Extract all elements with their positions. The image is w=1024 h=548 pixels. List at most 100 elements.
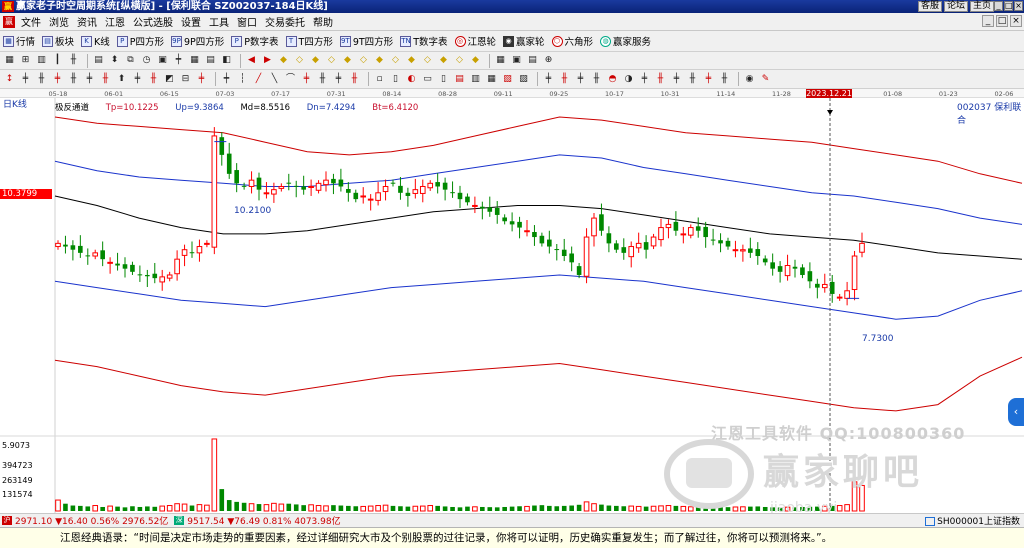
t-square-button[interactable]: T T四方形 — [285, 32, 333, 50]
menu-gann[interactable]: 江恩 — [103, 14, 131, 29]
period-tool-icon[interactable]: ◇ — [389, 54, 402, 67]
drawing-tool-icon[interactable]: ◩ — [163, 73, 176, 86]
period-tool-icon[interactable]: ◆ — [469, 54, 482, 67]
maximize-button[interactable]: □ — [1004, 1, 1013, 11]
period-tool-icon[interactable]: ⧉ — [124, 54, 137, 67]
drawing-tool-icon[interactable]: ▥ — [469, 73, 482, 86]
drawing-tool-icon[interactable]: ◑ — [622, 73, 635, 86]
drawing-tool-icon[interactable]: ╫ — [718, 73, 731, 86]
drawing-tool-icon[interactable]: ╪ — [332, 73, 345, 86]
drawing-tool-icon[interactable]: ╫ — [35, 73, 48, 86]
menu-window[interactable]: 窗口 — [235, 14, 263, 29]
drawing-tool-icon[interactable]: ╪ — [195, 73, 208, 86]
drawing-tool-icon[interactable]: ╫ — [147, 73, 160, 86]
winner-wheel-button[interactable]: ◉ 赢家轮 — [503, 32, 545, 50]
period-tool-icon[interactable]: ▣ — [510, 54, 523, 67]
period-tool-icon[interactable]: ◆ — [277, 54, 290, 67]
9p-square-button[interactable]: 9P 9P四方形 — [171, 32, 224, 50]
drawing-tool-icon[interactable]: ┆ — [236, 73, 249, 86]
drawing-tool-icon[interactable]: ╪ — [131, 73, 144, 86]
period-tool-icon[interactable]: ◆ — [405, 54, 418, 67]
minimize-button[interactable]: _ — [994, 1, 1003, 11]
period-tool-icon[interactable]: ▣ — [156, 54, 169, 67]
drawing-tool-icon[interactable]: ▧ — [501, 73, 514, 86]
drawing-tool-icon[interactable]: ╪ — [574, 73, 587, 86]
drawing-tool-icon[interactable]: ╪ — [542, 73, 555, 86]
drawing-tool-icon[interactable]: ╱ — [252, 73, 265, 86]
drawing-tool-icon[interactable]: ╫ — [99, 73, 112, 86]
drawing-tool-icon[interactable]: ╪ — [51, 73, 64, 86]
period-tool-icon[interactable]: ▤ — [92, 54, 105, 67]
home-link[interactable]: 主页 — [969, 1, 994, 12]
period-tool-icon[interactable]: ◇ — [421, 54, 434, 67]
drawing-tool-icon[interactable]: ╫ — [558, 73, 571, 86]
drawing-tool-icon[interactable]: ╫ — [316, 73, 329, 86]
period-tool-icon[interactable]: ⊕ — [542, 54, 555, 67]
drawing-tool-icon[interactable]: ↕ — [3, 73, 16, 86]
drawing-tool-icon[interactable]: ⊟ — [179, 73, 192, 86]
period-tool-icon[interactable]: ◆ — [373, 54, 386, 67]
drawing-tool-icon[interactable]: ┿ — [220, 73, 233, 86]
period-tool-icon[interactable]: ◀ — [245, 54, 258, 67]
period-tool-icon[interactable]: ⬍ — [108, 54, 121, 67]
period-tool-icon[interactable]: ╫ — [67, 54, 80, 67]
menu-file[interactable]: 文件 — [19, 14, 47, 29]
period-tool-icon[interactable]: ┃ — [51, 54, 64, 67]
drawing-tool-icon[interactable]: ▯ — [389, 73, 402, 86]
period-tool-icon[interactable]: ▤ — [204, 54, 217, 67]
period-tool-icon[interactable]: ◇ — [357, 54, 370, 67]
kline-button[interactable]: K K线 — [81, 32, 110, 50]
drawing-tool-icon[interactable]: ▯ — [437, 73, 450, 86]
drawing-tool-icon[interactable]: ▨ — [517, 73, 530, 86]
drawing-tool-icon[interactable]: ╪ — [670, 73, 683, 86]
period-tool-icon[interactable]: ▦ — [188, 54, 201, 67]
period-tool-icon[interactable]: ▦ — [494, 54, 507, 67]
drawing-tool-icon[interactable]: ╫ — [348, 73, 361, 86]
period-tool-icon[interactable]: ⊞ — [19, 54, 32, 67]
drawing-tool-icon[interactable]: ╪ — [83, 73, 96, 86]
forum-link[interactable]: 论坛 — [943, 1, 968, 12]
drawing-tool-icon[interactable]: ╫ — [654, 73, 667, 86]
p-square-button[interactable]: P P四方形 — [116, 32, 164, 50]
drawing-tool-icon[interactable]: ⌒ — [284, 73, 297, 86]
drawing-tool-icon[interactable]: ✎ — [759, 73, 772, 86]
mdi-minimize-button[interactable]: _ — [982, 15, 994, 27]
period-tool-icon[interactable]: ◇ — [453, 54, 466, 67]
drawing-tool-icon[interactable]: ▤ — [453, 73, 466, 86]
drawing-tool-icon[interactable]: ╫ — [686, 73, 699, 86]
drawing-tool-icon[interactable]: ⬆ — [115, 73, 128, 86]
menu-tools[interactable]: 工具 — [207, 14, 235, 29]
mdi-close-button[interactable]: × — [1010, 15, 1022, 27]
close-button[interactable]: × — [1014, 1, 1023, 11]
period-tool-icon[interactable]: ┿ — [172, 54, 185, 67]
period-tool-icon[interactable]: ◆ — [309, 54, 322, 67]
period-tool-icon[interactable]: ◇ — [293, 54, 306, 67]
menu-news[interactable]: 资讯 — [75, 14, 103, 29]
drawing-tool-icon[interactable]: ╫ — [590, 73, 603, 86]
drawing-tool-icon[interactable]: ◉ — [743, 73, 756, 86]
gann-wheel-button[interactable]: ◎ 江恩轮 — [454, 32, 496, 50]
drawing-tool-icon[interactable]: ╪ — [638, 73, 651, 86]
service-link[interactable]: 客服 — [917, 1, 942, 12]
drawing-tool-icon[interactable]: ▦ — [485, 73, 498, 86]
quote-button[interactable]: ▦ 行情 — [3, 32, 35, 50]
period-tool-icon[interactable]: ▶ — [261, 54, 274, 67]
drawing-tool-icon[interactable]: ╪ — [19, 73, 32, 86]
drawing-tool-icon[interactable]: ▫ — [373, 73, 386, 86]
period-tool-icon[interactable]: ◇ — [325, 54, 338, 67]
index-selector[interactable]: SH000001上证指数 — [925, 514, 1020, 527]
period-tool-icon[interactable]: ▦ — [3, 54, 16, 67]
menu-browse[interactable]: 浏览 — [47, 14, 75, 29]
side-expand-button[interactable]: ‹ — [1008, 398, 1024, 426]
winner-service-button[interactable]: ◍ 赢家服务 — [600, 32, 651, 50]
drawing-tool-icon[interactable]: ╫ — [67, 73, 80, 86]
p-number-table-button[interactable]: P P数字表 — [231, 32, 279, 50]
mdi-restore-button[interactable]: □ — [996, 15, 1008, 27]
period-tool-icon[interactable]: ▥ — [35, 54, 48, 67]
hexagon-button[interactable]: ⬡ 六角形 — [551, 32, 593, 50]
drawing-tool-icon[interactable]: ◐ — [405, 73, 418, 86]
period-tool-icon[interactable]: ◧ — [220, 54, 233, 67]
sector-button[interactable]: ▤ 板块 — [42, 32, 74, 50]
menu-help[interactable]: 帮助 — [311, 14, 339, 29]
period-tool-icon[interactable]: ◷ — [140, 54, 153, 67]
